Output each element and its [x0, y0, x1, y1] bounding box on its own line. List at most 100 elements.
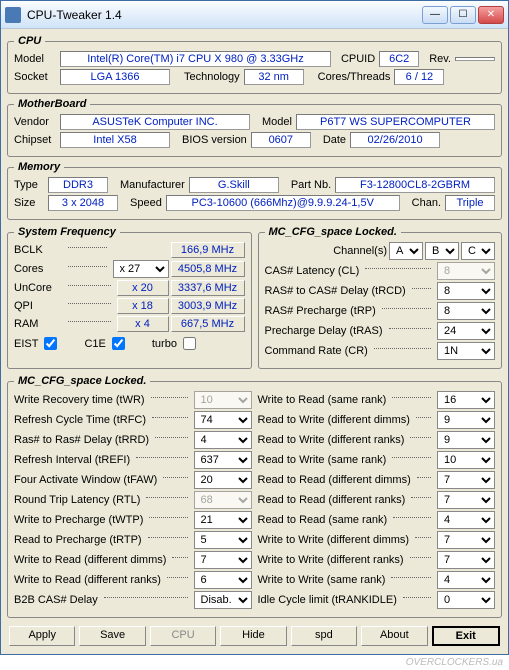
timing-left-select[interactable]: 74	[194, 411, 252, 429]
timing-right-label: Write to Write (different ranks)	[258, 554, 404, 566]
date-value: 02/26/2010	[350, 132, 440, 148]
timing-right-row: Read to Write (different dimms)9	[258, 411, 496, 429]
mem-type-value: DDR3	[48, 177, 108, 193]
save-button[interactable]: Save	[79, 626, 145, 646]
channel-b-select[interactable]: B	[425, 242, 459, 260]
turbo-checkbox[interactable]	[183, 337, 196, 350]
mccfg-top-group: MC_CFG_space Locked. Channel(s) A B C CA…	[258, 226, 503, 369]
timing-left-label: Round Trip Latency (RTL)	[14, 494, 140, 506]
socket-label: Socket	[14, 71, 56, 83]
mem-speed-value: PC3-10600 (666Mhz)@9.9.9.24-1,5V	[166, 195, 400, 211]
apply-button[interactable]: Apply	[9, 626, 75, 646]
channel-c-select[interactable]: C	[461, 242, 495, 260]
vendor-value: ASUSTeK Computer INC.	[60, 114, 250, 130]
cores-label: Cores	[14, 263, 62, 275]
cores-mult-select[interactable]: x 27	[113, 260, 169, 278]
close-button[interactable]: ✕	[478, 6, 504, 24]
trp-select[interactable]: 8	[437, 302, 495, 320]
channel-a-select[interactable]: A	[389, 242, 423, 260]
timing-left-select[interactable]: 5	[194, 531, 252, 549]
spd-button[interactable]: spd	[291, 626, 357, 646]
sysfreq-group: System Frequency BCLK 166,9 MHz Cores x …	[7, 226, 252, 369]
timing-left-select[interactable]: 20	[194, 471, 252, 489]
timing-right-select[interactable]: 7	[437, 531, 495, 549]
cpuid-label: CPUID	[341, 53, 375, 65]
eist-label: EIST	[14, 338, 38, 350]
mem-size-value: 3 x 2048	[48, 195, 118, 211]
timing-right-select[interactable]: 10	[437, 451, 495, 469]
timing-right-select[interactable]: 4	[437, 571, 495, 589]
mem-mfr-label: Manufacturer	[120, 179, 185, 191]
timing-right-select[interactable]: 16	[437, 391, 495, 409]
timing-left-select[interactable]: 68	[194, 491, 252, 509]
timing-right-row: Read to Write (same rank)10	[258, 451, 496, 469]
timing-left-select[interactable]: 4	[194, 431, 252, 449]
timing-left-select[interactable]: 21	[194, 511, 252, 529]
timing-left-row: Four Activate Window (tFAW)20	[14, 471, 252, 489]
timing-right-select[interactable]: 4	[437, 511, 495, 529]
cr-select[interactable]: 1N	[437, 342, 495, 360]
cl-select[interactable]: 8	[437, 262, 495, 280]
maximize-button[interactable]: ☐	[450, 6, 476, 24]
date-label: Date	[323, 134, 346, 146]
timing-left-row: Write to Read (different ranks)6	[14, 571, 252, 589]
timing-right-select[interactable]: 7	[437, 551, 495, 569]
timing-left-row: Write to Precharge (tWTP) 21	[14, 511, 252, 529]
timing-right-select[interactable]: 7	[437, 491, 495, 509]
timing-left-row: Refresh Interval (tREFI) 637	[14, 451, 252, 469]
titlebar[interactable]: CPU-Tweaker 1.4 — ☐ ✕	[1, 1, 508, 29]
button-bar: Apply Save CPU Hide spd About Exit	[7, 622, 502, 650]
app-icon	[5, 7, 21, 23]
timing-left-row: B2B CAS# DelayDisab.	[14, 591, 252, 609]
rev-value	[455, 57, 495, 61]
timing-left-select[interactable]: 7	[194, 551, 252, 569]
c1e-label: C1E	[84, 338, 105, 350]
cpu-group: CPU Model Intel(R) Core(TM) i7 CPU X 980…	[7, 35, 502, 94]
timing-left-select[interactable]: 10	[194, 391, 252, 409]
timing-right-select[interactable]: 7	[437, 471, 495, 489]
timing-right-row: Read to Read (different ranks)7	[258, 491, 496, 509]
tras-select[interactable]: 24	[437, 322, 495, 340]
timing-left-select[interactable]: 637	[194, 451, 252, 469]
eist-checkbox[interactable]	[44, 337, 57, 350]
timing-right-select[interactable]: 9	[437, 411, 495, 429]
chipset-value: Intel X58	[60, 132, 170, 148]
chipset-label: Chipset	[14, 134, 56, 146]
timing-left-label: Write to Precharge (tWTP)	[14, 514, 143, 526]
timing-right-row: Read to Write (different ranks)9	[258, 431, 496, 449]
timing-right-row: Write to Write (same rank)4	[258, 571, 496, 589]
timing-left-label: Refresh Interval (tREFI)	[14, 454, 130, 466]
timing-right-row: Write to Write (different ranks) 7	[258, 551, 496, 569]
c1e-checkbox[interactable]	[112, 337, 125, 350]
rev-label: Rev.	[429, 53, 451, 65]
tras-label: Precharge Delay (tRAS)	[265, 325, 383, 337]
timing-left-label: Ras# to Ras# Delay (tRRD)	[14, 434, 149, 446]
timing-right-row: Idle Cycle limit (tRANKIDLE) 0	[258, 591, 496, 609]
hide-button[interactable]: Hide	[220, 626, 286, 646]
ct-value: 6 / 12	[394, 69, 444, 85]
timing-left-select[interactable]: 6	[194, 571, 252, 589]
trcd-select[interactable]: 8	[437, 282, 495, 300]
cpu-button[interactable]: CPU	[150, 626, 216, 646]
ram-freq: 667,5 MHz	[171, 316, 245, 332]
mccfg2-legend: MC_CFG_space Locked.	[14, 375, 150, 387]
qpi-freq: 3003,9 MHz	[171, 298, 245, 314]
timing-right-select[interactable]: 0	[437, 591, 495, 609]
minimize-button[interactable]: —	[422, 6, 448, 24]
timing-right-select[interactable]: 9	[437, 431, 495, 449]
window-title: CPU-Tweaker 1.4	[27, 8, 422, 22]
cpu-model: Intel(R) Core(TM) i7 CPU X 980 @ 3.33GHz	[60, 51, 331, 67]
watermark: OVERCLOCKERS.ua	[0, 655, 509, 670]
timing-right-label: Write to Write (different dimms)	[258, 534, 410, 546]
about-button[interactable]: About	[361, 626, 427, 646]
timing-left-select[interactable]: Disab.	[194, 591, 252, 609]
mem-chan-value: Triple	[445, 195, 495, 211]
timings-right: Write to Read (same rank)16Read to Write…	[258, 389, 496, 611]
exit-button[interactable]: Exit	[432, 626, 500, 646]
turbo-label: turbo	[152, 338, 177, 350]
cores-freq: 4505,8 MHz	[171, 261, 245, 277]
timing-left-row: Refresh Cycle Time (tRFC)74	[14, 411, 252, 429]
timing-right-label: Idle Cycle limit (tRANKIDLE)	[258, 594, 397, 606]
cl-label: CAS# Latency (CL)	[265, 265, 360, 277]
timings-left: Write Recovery time (tWR)10Refresh Cycle…	[14, 389, 252, 611]
